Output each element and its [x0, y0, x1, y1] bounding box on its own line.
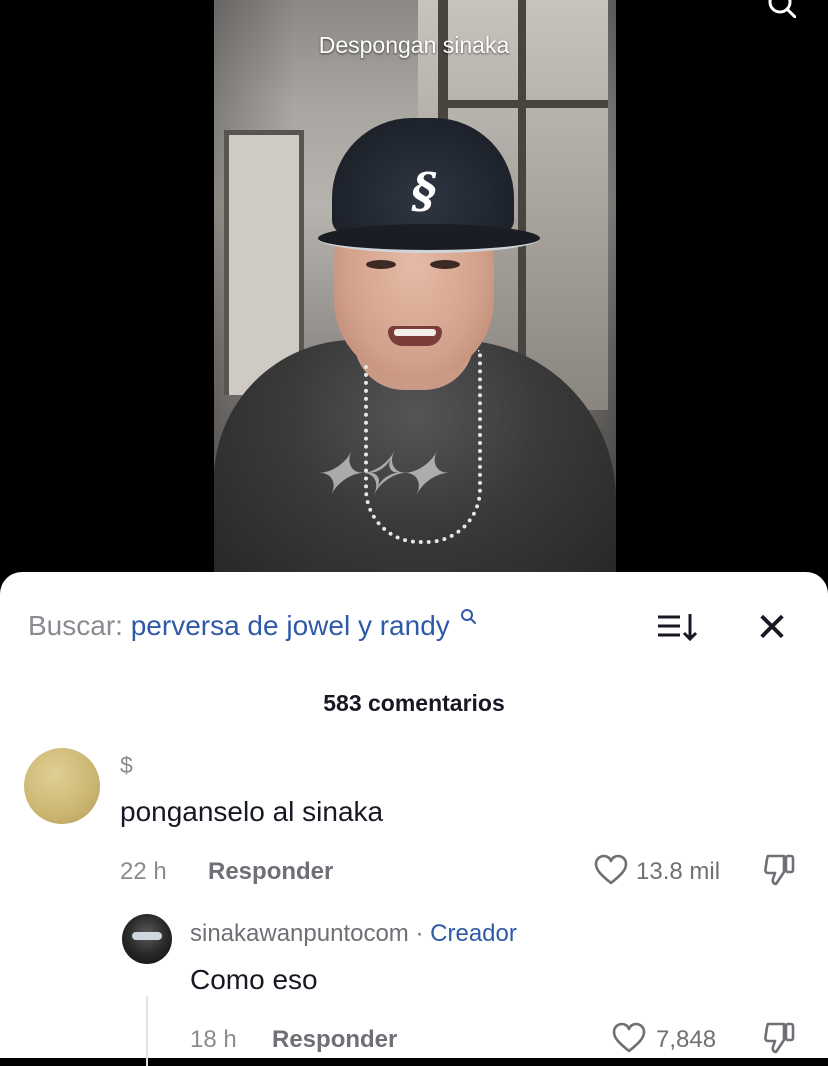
sort-icon[interactable]: [656, 612, 700, 642]
comment-search-suggestion[interactable]: Buscar: perversa de jowel y randy: [28, 608, 476, 648]
comment-username[interactable]: $: [120, 752, 133, 779]
reply-username[interactable]: sinakawanpuntocom: [190, 920, 409, 947]
separator: ·: [408, 920, 431, 947]
dislike-icon[interactable]: [762, 852, 798, 888]
like-count: 13.8 mil: [636, 858, 721, 885]
comment-text: ponganselo al sinaka: [120, 796, 384, 827]
reply-button[interactable]: Responder: [272, 1026, 397, 1054]
reply-time: 18 h: [190, 1026, 237, 1053]
video-title: Despongan sinaka: [318, 32, 510, 58]
like-count: 7,848: [656, 1026, 717, 1053]
search-query-link[interactable]: perversa de jowel y randy: [131, 610, 450, 641]
dislike-icon[interactable]: [762, 1020, 798, 1056]
thread-divider: [146, 996, 148, 1066]
creator-avatar[interactable]: [122, 914, 172, 964]
reply-username-line: sinakawanpuntocom · Creador: [190, 920, 517, 948]
search-label: Buscar:: [28, 610, 123, 641]
comments-sheet: Buscar: perversa de jowel y randy ✕ 583 …: [0, 572, 828, 1066]
comment-count: 583 comentarios: [323, 690, 505, 716]
search-icon: [460, 609, 476, 624]
search-icon[interactable]: [768, 0, 796, 18]
reply-text: Como eso: [190, 964, 318, 995]
video-frame: ✦✧✦ §: [214, 0, 616, 590]
close-icon[interactable]: ✕: [752, 608, 792, 648]
avatar[interactable]: [24, 748, 100, 824]
reply-button[interactable]: Responder: [208, 858, 333, 886]
video-player[interactable]: ✦✧✦ § Despongan sinaka: [0, 0, 828, 590]
heart-icon[interactable]: [594, 854, 628, 886]
heart-icon[interactable]: [612, 1022, 646, 1054]
cap-brim: [318, 224, 540, 253]
cap-logo: §: [411, 163, 437, 219]
creator-badge: Creador: [430, 920, 517, 947]
comment-time: 22 h: [120, 858, 167, 885]
